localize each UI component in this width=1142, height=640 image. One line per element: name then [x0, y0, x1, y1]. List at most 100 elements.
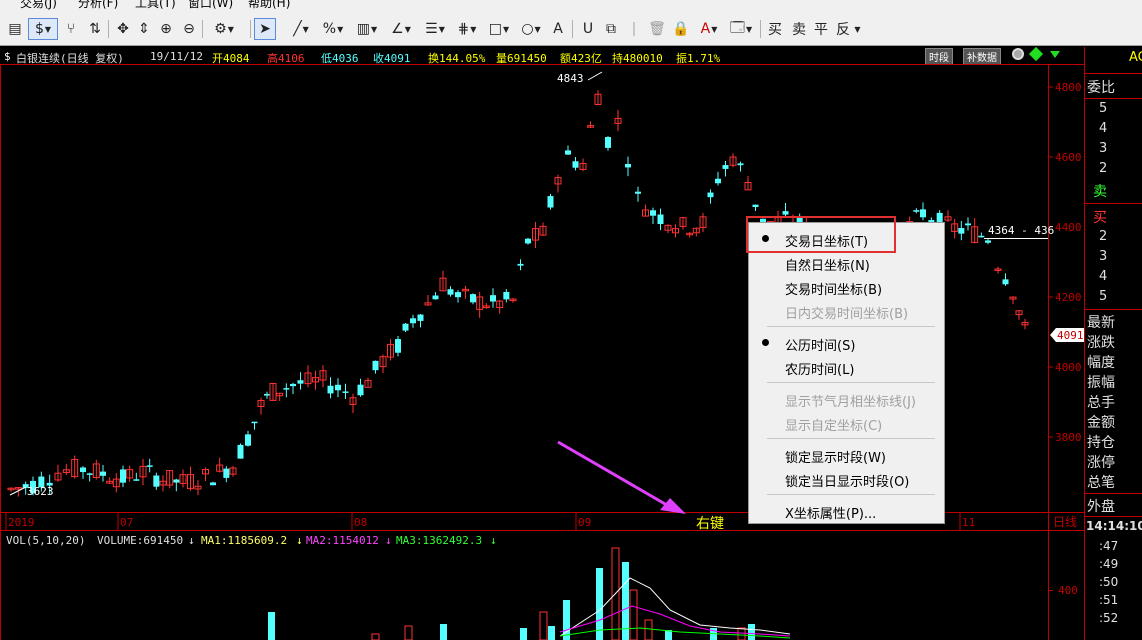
candle-down [410, 318, 416, 324]
candle-down [1002, 279, 1009, 285]
filter-icon[interactable]: ⑂ [60, 18, 82, 40]
volume-bar [440, 624, 447, 640]
sell-level-2: 2 [1099, 161, 1108, 176]
date-tick-label: 11 [962, 516, 975, 529]
date-tick-label: 08 [354, 516, 367, 529]
menu-intraday-time-axis: 日内交易时间坐标(B) [785, 307, 909, 322]
candle-down [327, 385, 334, 394]
zoom-out-icon[interactable]: ⊖ [178, 18, 200, 40]
price-tick-label: 4600 [1055, 151, 1082, 164]
candle-down [80, 467, 86, 473]
candle-down [782, 211, 789, 215]
menu-trading-time-axis[interactable]: 交易时间坐标(B) [785, 279, 882, 298]
menu-help[interactable]: 帮助(H) [248, 0, 290, 11]
field-open-interest: 持仓 [1087, 435, 1115, 451]
timeshare-button[interactable]: 时段 [925, 48, 953, 65]
levels-tool-icon[interactable]: ☰ ▼ [420, 18, 450, 40]
buy-level-3: 3 [1099, 249, 1108, 264]
layout-icon[interactable]: ▤ [4, 18, 26, 40]
menu-tools[interactable]: 工具(T) [135, 0, 176, 11]
sell-label: 卖 [1093, 184, 1107, 200]
menu-lunar-time[interactable]: 农历时间(L) [785, 359, 854, 378]
menu-window[interactable]: 窗口(W) [188, 0, 233, 11]
hline-label: 4364 - 436 [988, 224, 1054, 237]
resize-vertical-icon[interactable]: ⇕ [134, 18, 154, 40]
toolbar: ▤ $ ▼ ⑂ ⇅ ✥ ⇕ ⊕ ⊖ ⚙ ▼ ➤ ╱ ▼ % ▼ ▥ ▼ ∠ ▼ ☰ ▼ ⋕ ▼ … [0, 12, 1142, 46]
menu-custom-axis: 显示自定坐标(C) [785, 419, 883, 434]
candle-down [264, 393, 270, 396]
volume-series [268, 547, 755, 640]
menu-lock-today-period[interactable]: 锁定当日显示时段(O) [785, 471, 909, 490]
supplement-data-button[interactable]: 补数据 [963, 48, 1001, 65]
text-tool-icon[interactable]: A [548, 18, 568, 40]
candle-down [357, 384, 364, 396]
settings-icon[interactable]: ⚙ ▼ [206, 18, 242, 40]
text-color-icon[interactable]: A ▼ [694, 18, 724, 40]
price-tick-label: 4200 [1055, 291, 1082, 304]
menu-natural-day-axis[interactable]: 自然日坐标(N) [785, 255, 870, 274]
line-tool-icon[interactable]: ╱ ▼ [286, 18, 316, 40]
percent-tool-icon[interactable]: % ▼ [318, 18, 348, 40]
grid-tool-icon[interactable]: ⋕ ▼ [452, 18, 482, 40]
candle-down [402, 323, 409, 331]
lock-icon[interactable]: 🔒 [670, 18, 692, 40]
candle-down [517, 263, 524, 266]
volume-bar [520, 628, 527, 640]
angle-tool-icon[interactable]: ∠ ▼ [386, 18, 416, 40]
ma3-arrow-down-icon: ↓ [490, 534, 497, 547]
cursor-icon[interactable]: ➤ [254, 18, 276, 40]
candle-down [251, 421, 258, 424]
sell-level-4: 4 [1099, 121, 1108, 136]
volume-bar [548, 626, 555, 640]
window-icon[interactable]: 🗔 ▼ [726, 18, 756, 40]
field-amplitude: 振幅 [1087, 375, 1115, 391]
quote-panel: AG 委比 5 4 3 2 卖 买 2 3 4 5 最新 涨跌 幅度 振幅 总手… [1084, 47, 1142, 640]
weibi-label: 委比 [1087, 80, 1115, 96]
high-price-label: 4843 [557, 72, 584, 85]
candle-down [707, 192, 714, 198]
candle-down [432, 295, 439, 300]
candle-down [525, 238, 531, 244]
menu-trade[interactable]: 交易(J) [20, 0, 57, 11]
rect-tool-icon[interactable]: □ ▼ [484, 18, 514, 40]
dropdown-triangle-icon[interactable] [1050, 51, 1060, 58]
magnet-icon[interactable]: ᑌ [578, 18, 598, 40]
outer-volume-label: 外盘 [1087, 499, 1115, 515]
candle-down [722, 165, 729, 169]
copy-icon[interactable]: ⧉ [600, 18, 622, 40]
options-gear-icon[interactable] [1012, 48, 1024, 60]
candle-down [237, 444, 244, 459]
trash-icon[interactable]: 🗑 [646, 18, 668, 40]
menu-analysis[interactable]: 分析(F) [78, 0, 118, 11]
candle-down [372, 360, 379, 371]
sort-icon[interactable]: ⇅ [84, 18, 106, 40]
candle-down [342, 391, 349, 393]
more-dropdown-icon[interactable]: ▼ [852, 18, 862, 40]
candle-down [447, 289, 454, 295]
candle-down [335, 384, 341, 391]
move-icon[interactable]: ✥ [112, 18, 134, 40]
price-axis: 4800 4600 4400 4200 4000 3800 [1048, 81, 1082, 444]
volume-bar [404, 625, 413, 640]
circle-tool-icon[interactable]: ○ ▼ [516, 18, 546, 40]
sell-button[interactable]: 卖 [788, 18, 810, 40]
menu-lock-display-period[interactable]: 锁定显示时段(W) [785, 447, 886, 466]
field-latest: 最新 [1087, 315, 1115, 331]
bars-tool-icon[interactable]: ▥ ▼ [352, 18, 382, 40]
zoom-in-icon[interactable]: ⊕ [155, 18, 177, 40]
candle-down [100, 471, 106, 476]
sell-level-3: 3 [1099, 141, 1108, 156]
volume-bar [268, 612, 275, 640]
menu-gregorian-time[interactable]: 公历时间(S) [785, 335, 855, 354]
reverse-button[interactable]: 反 [832, 18, 854, 40]
candle-down [958, 228, 965, 234]
volume-bar [539, 611, 548, 640]
period-label: 日线 [1053, 515, 1077, 529]
currency-icon[interactable]: $ ▼ [28, 18, 58, 40]
candle-down [210, 482, 216, 486]
price-tick-label: 4000 [1055, 361, 1082, 374]
menu-x-axis-properties[interactable]: X坐标属性(P)... [785, 503, 876, 522]
volume-bar [563, 600, 570, 640]
close-position-button[interactable]: 平 [810, 18, 832, 40]
buy-button[interactable]: 买 [764, 18, 786, 40]
